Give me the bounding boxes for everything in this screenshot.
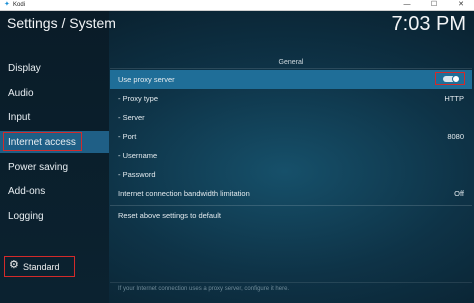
setting-value: Off: [454, 189, 464, 198]
clock: 7:03 PM: [391, 13, 466, 35]
setting-use-proxy-server[interactable]: Use proxy server: [110, 70, 472, 89]
setting-label: - Username: [118, 151, 158, 160]
help-divider: [110, 282, 472, 283]
page-title: Settings / System: [7, 15, 116, 31]
sidebar-item-power-saving[interactable]: Power saving: [8, 162, 68, 173]
sidebar-item-input[interactable]: Input: [8, 112, 30, 123]
section-header: General: [110, 58, 472, 69]
setting-label: - Port: [118, 132, 137, 141]
settings-level-label: Standard: [23, 262, 60, 272]
sidebar-item-logging[interactable]: Logging: [8, 211, 44, 222]
settings-panel: General Use proxy server - Proxy type HT…: [110, 56, 474, 303]
minimize-button[interactable]: —: [394, 0, 420, 10]
setting-label: - Proxy type: [118, 94, 159, 103]
sidebar-item-display[interactable]: Display: [8, 63, 41, 74]
close-button[interactable]: ✕: [448, 0, 474, 10]
setting-label: Reset above settings to default: [118, 211, 221, 220]
kodi-logo-icon: ✦: [4, 1, 10, 8]
setting-username[interactable]: - Username: [110, 146, 472, 165]
settings-level-button[interactable]: ⚙ Standard: [4, 256, 75, 277]
setting-server[interactable]: - Server: [110, 108, 472, 127]
sidebar: Settings / System Display Audio Input In…: [0, 11, 116, 303]
window-title: Kodi: [13, 2, 26, 8]
help-text: If your Internet connection uses a proxy…: [118, 286, 290, 292]
sidebar-item-add-ons[interactable]: Add-ons: [8, 186, 45, 197]
setting-label: - Password: [118, 170, 156, 179]
maximize-button[interactable]: ☐: [421, 0, 447, 10]
toggle-knob: [452, 75, 460, 83]
setting-label: Use proxy server: [118, 75, 175, 84]
reset-defaults-button[interactable]: Reset above settings to default: [110, 206, 472, 225]
setting-value: HTTP: [444, 94, 464, 103]
gear-icon: ⚙: [9, 259, 19, 271]
sidebar-item-audio[interactable]: Audio: [8, 88, 34, 99]
setting-label: - Server: [118, 113, 145, 122]
setting-value: 8080: [447, 132, 464, 141]
setting-label: Internet connection bandwidth limitation: [118, 189, 250, 198]
window-titlebar: ✦ Kodi — ☐ ✕: [0, 0, 474, 11]
sidebar-item-internet-access[interactable]: Internet access: [8, 137, 76, 148]
setting-password[interactable]: - Password: [110, 165, 472, 184]
setting-proxy-type[interactable]: - Proxy type HTTP: [110, 89, 472, 108]
setting-bandwidth-limitation[interactable]: Internet connection bandwidth limitation…: [110, 184, 472, 203]
setting-port[interactable]: - Port 8080: [110, 127, 472, 146]
kodi-app: Settings / System Display Audio Input In…: [0, 11, 474, 303]
proxy-toggle[interactable]: [435, 72, 465, 85]
